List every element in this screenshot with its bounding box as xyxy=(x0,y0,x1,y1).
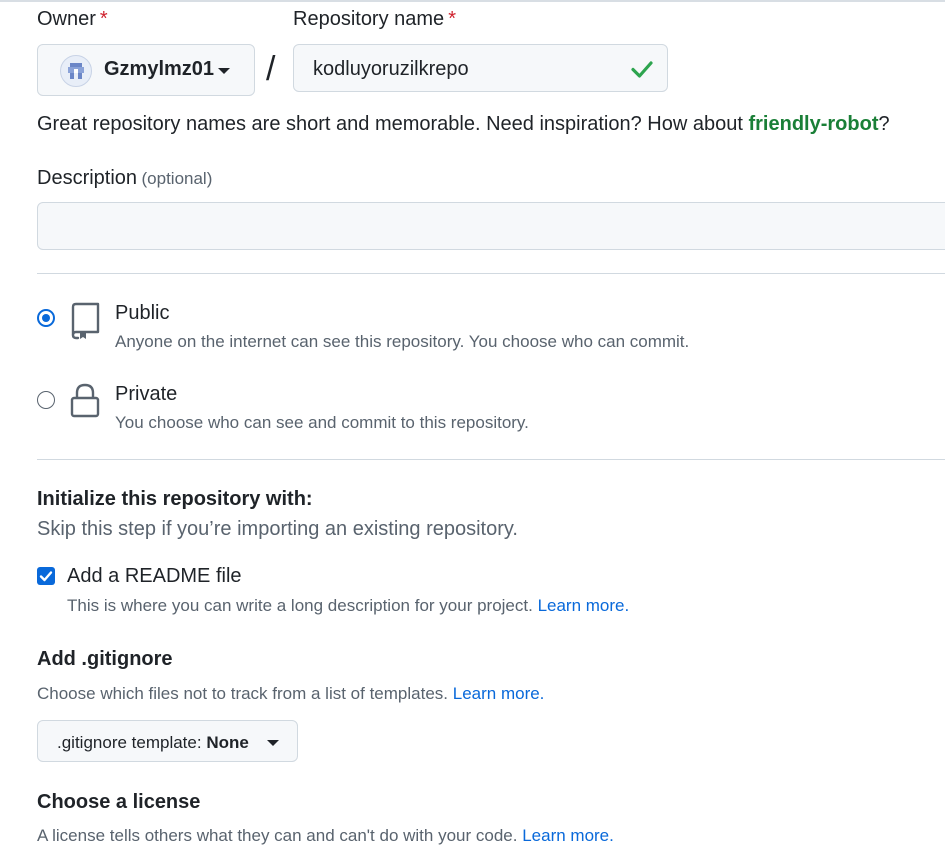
check-icon xyxy=(630,57,654,81)
description-input[interactable] xyxy=(37,202,945,250)
readme-checkbox[interactable] xyxy=(37,567,55,585)
gitignore-learn-more-link[interactable]: Learn more. xyxy=(453,684,545,703)
gitignore-template-select[interactable]: .gitignore template: None xyxy=(37,720,298,762)
license-description: A license tells others what they can and… xyxy=(37,826,614,846)
private-description: You choose who can see and commit to thi… xyxy=(115,413,529,432)
gitignore-select-text: .gitignore template: None xyxy=(57,733,249,753)
repo-name-input[interactable]: kodluyoruzilkrepo xyxy=(293,44,668,92)
avatar-icon xyxy=(60,55,92,87)
readme-description-text: This is where you can write a long descr… xyxy=(67,596,533,615)
readme-learn-more-link[interactable]: Learn more. xyxy=(538,596,630,615)
repo-name-hint: Great repository names are short and mem… xyxy=(37,113,890,136)
checkmark-icon xyxy=(39,571,53,582)
owner-label-text: Owner xyxy=(37,8,96,30)
readme-label[interactable]: Add a README file xyxy=(67,565,242,588)
gitignore-description: Choose which files not to track from a l… xyxy=(37,684,544,704)
suggestion-link[interactable]: friendly-robot xyxy=(748,113,878,135)
gitignore-select-prefix: .gitignore template: xyxy=(57,733,202,752)
initialize-subtitle: Skip this step if you’re importing an ex… xyxy=(37,518,518,540)
description-label-text: Description xyxy=(37,167,138,189)
gitignore-select-value: None xyxy=(206,733,249,752)
repo-icon xyxy=(68,302,102,340)
private-title: Private xyxy=(115,383,178,405)
caret-down-icon xyxy=(218,68,230,74)
gitignore-description-text: Choose which files not to track from a l… xyxy=(37,684,449,703)
repo-name-label: Repository name * xyxy=(293,8,456,31)
license-title: Choose a license xyxy=(37,791,201,813)
public-radio[interactable] xyxy=(37,309,55,327)
initialize-title: Initialize this repository with: xyxy=(37,488,313,510)
hint-text: Great repository names are short and mem… xyxy=(37,113,749,135)
description-optional: (optional) xyxy=(141,169,213,188)
owner-name: Gzmylmz01 xyxy=(104,58,215,80)
gitignore-title: Add .gitignore xyxy=(37,648,173,670)
top-divider xyxy=(0,0,945,2)
owner-repo-separator: / xyxy=(266,50,276,88)
description-label: Description (optional) xyxy=(37,167,212,190)
readme-description: This is where you can write a long descr… xyxy=(67,596,629,616)
public-description: Anyone on the internet can see this repo… xyxy=(115,332,690,351)
owner-label: Owner * xyxy=(37,8,108,31)
repo-name-value: kodluyoruzilkrepo xyxy=(313,58,469,80)
private-radio[interactable] xyxy=(37,391,55,409)
public-title: Public xyxy=(115,302,170,324)
owner-required-mark: * xyxy=(99,8,108,30)
repo-required-mark: * xyxy=(448,8,456,30)
section-divider xyxy=(37,459,945,460)
repo-name-label-text: Repository name xyxy=(293,8,445,30)
license-learn-more-link[interactable]: Learn more. xyxy=(522,826,614,845)
hint-end: ? xyxy=(878,113,890,135)
caret-down-icon xyxy=(267,740,279,746)
license-description-text: A license tells others what they can and… xyxy=(37,826,518,845)
owner-select-button[interactable]: Gzmylmz01 xyxy=(37,44,255,96)
section-divider xyxy=(37,273,945,274)
lock-icon xyxy=(70,383,100,419)
